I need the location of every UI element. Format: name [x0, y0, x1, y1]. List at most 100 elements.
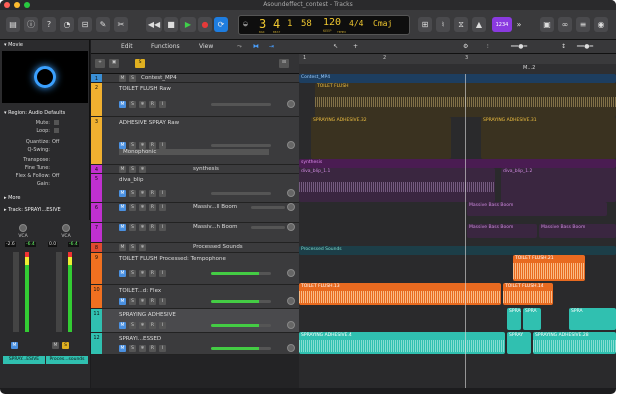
- track-header-9[interactable]: 9 M S ❄ R I TOILET FLUSH Processed: Tempophone: [91, 253, 299, 285]
- freeze-button[interactable]: ❄: [139, 142, 146, 149]
- loop-browser-button[interactable]: ∞: [558, 17, 572, 32]
- solo-button[interactable]: S: [62, 342, 69, 349]
- browser-button[interactable]: ≡: [576, 17, 590, 32]
- region-spra-3[interactable]: SPRA: [569, 308, 616, 330]
- freeze-button[interactable]: ❄: [139, 244, 146, 251]
- scissors-icon[interactable]: ✂: [114, 17, 128, 32]
- track-name[interactable]: synthesis: [193, 166, 219, 172]
- stop-button[interactable]: ■: [164, 17, 178, 32]
- region-spraying-adhesive-28[interactable]: SPRAYING ADHESIVE.28: [533, 332, 616, 354]
- track-header-10[interactable]: 10 M S ❄ R I TOILET...d: Flex: [91, 285, 299, 309]
- input-button[interactable]: I: [159, 142, 166, 149]
- region-header[interactable]: ▾ Region: Audio Defaults: [0, 110, 90, 116]
- track-header-6[interactable]: 6 M S ❄ R I Massiv...ll Boom: [91, 203, 299, 223]
- track-name[interactable]: ADHESIVE SPRAY Raw: [119, 120, 179, 126]
- pan-knob[interactable]: [287, 344, 295, 352]
- volume-fader[interactable]: [13, 252, 19, 332]
- catch-icon[interactable]: ⤳: [237, 43, 242, 51]
- mute-button[interactable]: M: [11, 342, 18, 349]
- record-button[interactable]: R: [149, 322, 156, 329]
- track-name[interactable]: TOILET FLUSH Processed: Tempophone: [119, 256, 226, 262]
- solo-button[interactable]: S: [129, 322, 136, 329]
- input-button[interactable]: I: [159, 190, 166, 197]
- quantize-value[interactable]: Off: [52, 139, 82, 145]
- vertical-zoom-icon[interactable]: ↕: [561, 43, 566, 50]
- freeze-button[interactable]: ❄: [139, 204, 146, 211]
- more-header[interactable]: ▸ More: [0, 195, 90, 201]
- record-button[interactable]: R: [149, 142, 156, 149]
- metronome-button[interactable]: ▲: [472, 17, 486, 32]
- volume-fader[interactable]: [56, 252, 62, 332]
- freeze-button[interactable]: ❄: [139, 224, 146, 231]
- region-spra-1[interactable]: SPRA: [507, 308, 521, 330]
- track-name[interactable]: SPRAYING ADHESIVE: [119, 312, 176, 318]
- region-diva-blip-1-2[interactable]: diva_blip_1.2: [501, 168, 616, 202]
- playhead[interactable]: [465, 74, 466, 388]
- bar-ruler[interactable]: 1 2 3: [299, 54, 616, 64]
- track-name[interactable]: TOILET FLUSH Raw: [119, 86, 171, 92]
- rewind-button[interactable]: ◀◀: [146, 17, 162, 32]
- pan-knob[interactable]: [287, 189, 295, 197]
- inspector-button[interactable]: ⓘ: [24, 17, 38, 32]
- freeze-button[interactable]: ❄: [139, 322, 146, 329]
- input-button[interactable]: I: [159, 298, 166, 305]
- volume-slider[interactable]: [251, 206, 285, 209]
- region-spraying-adhesive-31[interactable]: SPRAYING ADHESIVE.31: [481, 117, 616, 159]
- tuner-button[interactable]: ♮: [436, 17, 450, 32]
- volume-slider[interactable]: [211, 324, 271, 327]
- notepad-button[interactable]: ▣: [540, 17, 554, 32]
- arrange-lanes[interactable]: Contest_MP4 TOILET FLUSH SPRAYING ADHESI…: [299, 74, 616, 388]
- freeze-button[interactable]: ❄: [139, 101, 146, 108]
- horizontal-zoom-slider[interactable]: ━━●━: [577, 43, 593, 50]
- record-button[interactable]: R: [149, 298, 156, 305]
- functions-menu[interactable]: Functions: [151, 43, 180, 50]
- volume-slider[interactable]: [211, 300, 271, 303]
- input-button[interactable]: I: [159, 345, 166, 352]
- mixer-button[interactable]: ⊟: [78, 17, 92, 32]
- mute-button[interactable]: M: [119, 190, 126, 197]
- track-header-12[interactable]: 12 M S ❄ R I SPRAYI...ESSED: [91, 333, 299, 355]
- mute-button[interactable]: M: [119, 322, 126, 329]
- track-sub-label[interactable]: Monophonic: [119, 149, 269, 155]
- mute-button[interactable]: M: [119, 204, 126, 211]
- track-header-5[interactable]: 5 M S ❄ R Idiva_blip: [91, 174, 299, 203]
- solo-button[interactable]: S: [129, 224, 136, 231]
- movie-header[interactable]: ▾ Movie: [0, 42, 90, 48]
- pan-knob[interactable]: [287, 100, 295, 108]
- pan-knob[interactable]: [287, 297, 295, 305]
- solo-button[interactable]: S: [129, 244, 136, 251]
- solo-button[interactable]: S: [129, 75, 136, 82]
- mute-button[interactable]: M: [119, 298, 126, 305]
- track-header-11[interactable]: 11 M S ❄ R I SPRAYING ADHESIVE: [91, 309, 299, 333]
- pan-knob[interactable]: [287, 269, 295, 277]
- mute-button[interactable]: M: [119, 270, 126, 277]
- mute-button[interactable]: M: [52, 342, 59, 349]
- list-editors-button[interactable]: ⊞: [418, 17, 432, 32]
- mute-button[interactable]: M: [119, 142, 126, 149]
- record-button[interactable]: R: [149, 224, 156, 231]
- region-spraying-adhesive-32[interactable]: SPRAYING ADHESIVE.32: [311, 117, 451, 159]
- flex-icon[interactable]: ⧓: [253, 43, 259, 50]
- region-spraying-adhesive-4[interactable]: SPRAYING ADHESIVE.4: [299, 332, 505, 354]
- edit-menu[interactable]: Edit: [121, 43, 133, 50]
- freeze-button[interactable]: ❄: [139, 298, 146, 305]
- smart-controls-button[interactable]: ◔: [60, 17, 74, 32]
- region-toilet-flush-21[interactable]: TOILET FLUSH.21: [513, 255, 585, 281]
- solo-button[interactable]: S: [129, 270, 136, 277]
- region-massive-bass-boom-2[interactable]: Massive Bass Boom: [467, 224, 537, 238]
- snap-icon[interactable]: ⇥: [269, 43, 274, 50]
- track-header-1[interactable]: 1 M S Contest_MP4: [91, 74, 299, 83]
- global-solo-button[interactable]: S: [135, 59, 145, 68]
- record-button[interactable]: R: [149, 190, 156, 197]
- volume-slider[interactable]: [211, 144, 271, 147]
- editors-button[interactable]: ✎: [96, 17, 110, 32]
- mute-button[interactable]: M: [119, 101, 126, 108]
- record-button[interactable]: R: [149, 101, 156, 108]
- track-name[interactable]: Massiv...ll Boom: [193, 204, 237, 210]
- count-in-button[interactable]: 1234: [492, 17, 512, 32]
- input-button[interactable]: I: [159, 101, 166, 108]
- pan-knob[interactable]: [287, 223, 295, 231]
- pan-knob[interactable]: [287, 203, 295, 211]
- apple-loops-button[interactable]: ◉: [594, 17, 608, 32]
- mute-checkbox[interactable]: [54, 120, 59, 125]
